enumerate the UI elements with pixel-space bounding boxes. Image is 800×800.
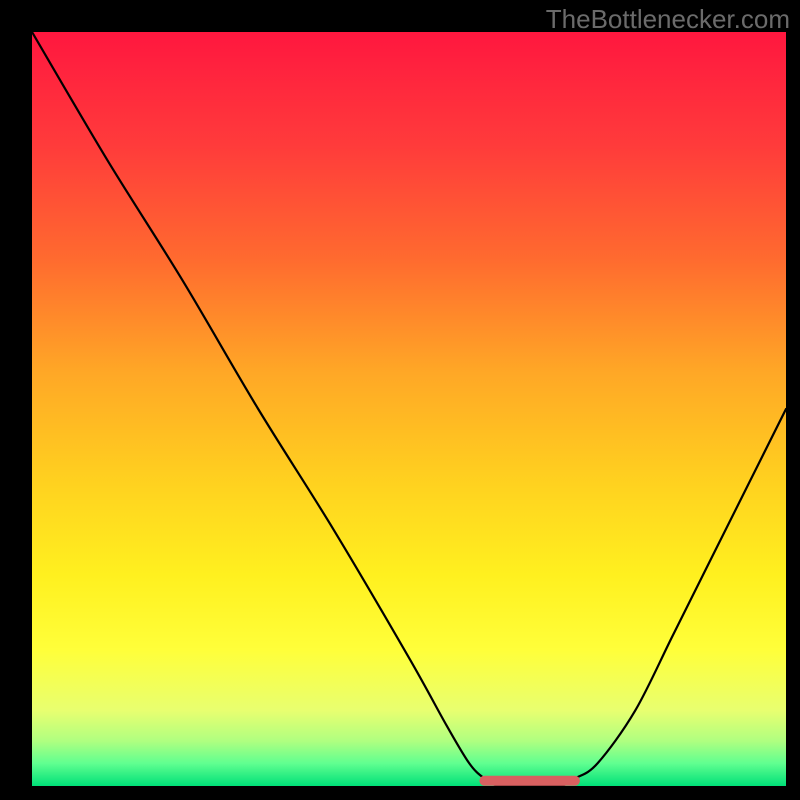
plot-background — [32, 32, 786, 786]
chart-frame: TheBottlenecker.com — [0, 0, 800, 800]
bottleneck-chart — [0, 0, 800, 800]
